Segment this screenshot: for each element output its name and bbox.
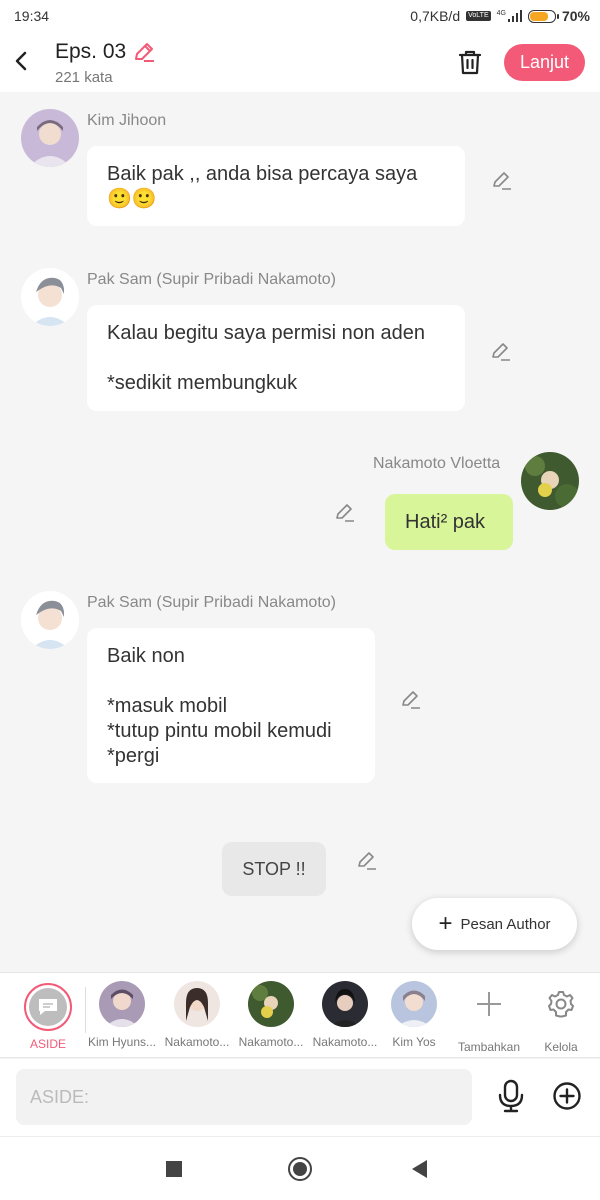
- add-character-button[interactable]: Tambahkan: [451, 981, 527, 1054]
- sender-name: Nakamoto Vloetta: [373, 455, 501, 472]
- status-bar: 19:34 0,7KB/d VoLTE 4G 70%: [0, 0, 600, 32]
- trash-icon[interactable]: [457, 48, 483, 76]
- message-bubble[interactable]: Baik pak ,, anda bisa percaya saya 🙂🙂: [87, 146, 465, 226]
- speech-bubble-icon: [39, 999, 57, 1015]
- sender-name: Pak Sam (Supir Pribadi Nakamoto): [87, 271, 336, 288]
- character-name: Nakamoto...: [238, 1035, 304, 1049]
- edit-message-icon[interactable]: [400, 688, 422, 710]
- composer-row: [0, 1059, 600, 1136]
- avatar-kim-jihoon[interactable]: [21, 109, 79, 167]
- author-message-button[interactable]: + Pesan Author: [412, 898, 577, 950]
- episode-header: Eps. 03 221 kata Lanjut: [0, 32, 600, 92]
- recent-apps-icon[interactable]: [166, 1161, 182, 1177]
- plus-icon: +: [438, 910, 453, 937]
- gear-icon: [548, 991, 574, 1018]
- volte-icon: VoLTE: [466, 11, 491, 21]
- aside-label: ASIDE: [29, 1037, 66, 1051]
- author-message-label: Pesan Author: [460, 915, 551, 933]
- sender-name: Kim Jihoon: [87, 112, 167, 129]
- status-indicators: 0,7KB/d VoLTE 4G 70%: [410, 8, 590, 24]
- character-name: Kim Yos: [392, 1035, 436, 1049]
- character-item[interactable]: Nakamoto...: [233, 981, 309, 1049]
- character-avatar: [99, 981, 145, 1027]
- home-icon[interactable]: [288, 1157, 312, 1181]
- character-item[interactable]: Nakamoto...: [159, 981, 235, 1049]
- word-count: 221 kata: [55, 69, 113, 86]
- character-avatar: [391, 981, 437, 1027]
- edit-message-icon[interactable]: [356, 849, 378, 871]
- signal-icon: 4G: [497, 10, 522, 22]
- character-avatar: [322, 981, 368, 1027]
- message-bubble[interactable]: Kalau begitu saya permisi non aden *sedi…: [87, 305, 465, 411]
- microphone-icon[interactable]: [497, 1079, 525, 1113]
- avatar-nakamoto-vloetta[interactable]: [521, 452, 579, 510]
- next-button[interactable]: Lanjut: [504, 44, 585, 81]
- add-character-label: Tambahkan: [457, 1040, 521, 1054]
- character-item[interactable]: Nakamoto...: [307, 981, 383, 1049]
- aside-input[interactable]: [16, 1069, 472, 1125]
- edit-title-icon[interactable]: [132, 40, 156, 64]
- avatar-pak-sam[interactable]: [21, 268, 79, 326]
- character-bar: ASIDE Kim Hyuns... Nakamoto... Nakamoto.…: [0, 972, 600, 1058]
- character-item[interactable]: Kim Hyuns...: [84, 981, 160, 1049]
- manage-characters-label: Kelola: [544, 1040, 578, 1054]
- character-name: Nakamoto...: [312, 1035, 378, 1049]
- battery-icon: [527, 9, 559, 23]
- aside-message[interactable]: STOP !!: [222, 842, 326, 896]
- status-time: 19:34: [14, 8, 50, 24]
- system-nav-bar: [0, 1136, 600, 1200]
- avatar-pak-sam[interactable]: [21, 591, 79, 649]
- character-avatar: [248, 981, 294, 1027]
- character-name: Nakamoto...: [164, 1035, 230, 1049]
- character-name: Kim Hyuns...: [87, 1035, 156, 1049]
- episode-title: Eps. 03: [55, 40, 127, 63]
- manage-characters-button[interactable]: Kelola: [523, 981, 599, 1054]
- network-speed: 0,7KB/d: [410, 8, 461, 24]
- character-avatar: [174, 981, 220, 1027]
- aside-button[interactable]: [24, 983, 72, 1031]
- add-circle-icon[interactable]: [552, 1081, 582, 1111]
- message-bubble-self[interactable]: Hati² pak: [385, 494, 513, 550]
- sender-name: Pak Sam (Supir Pribadi Nakamoto): [87, 594, 336, 611]
- edit-message-icon[interactable]: [491, 169, 513, 191]
- back-arrow-icon[interactable]: [10, 46, 34, 76]
- edit-message-icon[interactable]: [334, 501, 356, 523]
- battery-percent: 70%: [561, 8, 590, 24]
- signal-tech-label: 4G: [496, 10, 506, 17]
- episode-title-group: Eps. 03: [55, 40, 156, 64]
- character-item[interactable]: Kim Yos: [381, 981, 447, 1049]
- plus-icon: [477, 992, 501, 1016]
- message-bubble[interactable]: Baik non *masuk mobil *tutup pintu mobil…: [87, 628, 375, 783]
- edit-message-icon[interactable]: [490, 340, 512, 362]
- back-triangle-icon[interactable]: [412, 1160, 427, 1178]
